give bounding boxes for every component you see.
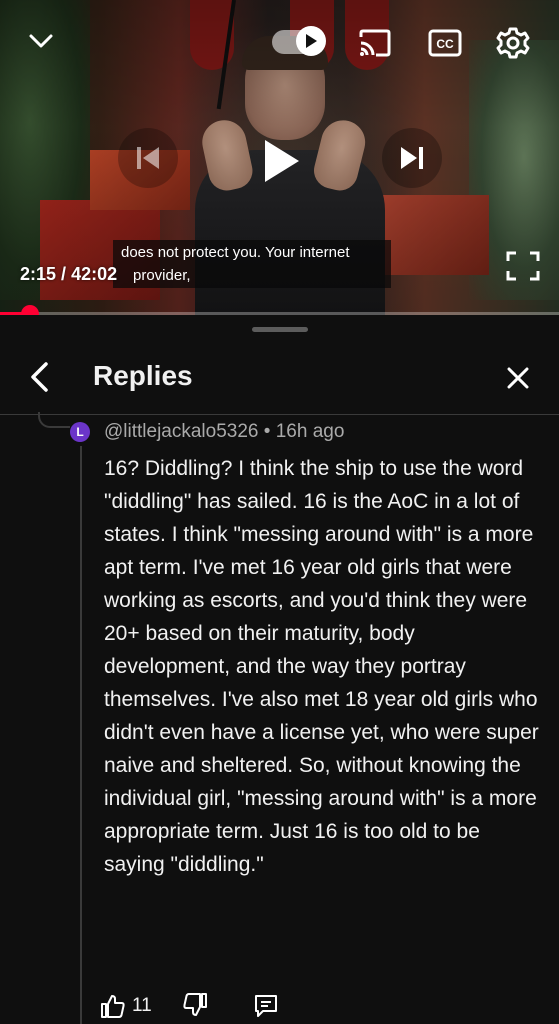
thread-connector	[38, 412, 70, 428]
caption-box: does not protect you. Your internet prov…	[113, 240, 391, 288]
comment-age: 16h ago	[275, 421, 345, 442]
autoplay-toggle-icon	[296, 26, 326, 56]
chevron-down-icon	[29, 34, 53, 48]
settings-button[interactable]	[494, 24, 532, 62]
svg-text:CC: CC	[436, 37, 454, 51]
comment-author[interactable]: @littlejackalo5326	[104, 421, 259, 442]
close-icon	[507, 367, 529, 389]
minimize-player-button[interactable]	[24, 24, 58, 58]
caption-line: does not protect you. Your internet	[121, 244, 350, 261]
meta-separator: •	[263, 421, 276, 442]
thumbs-down-icon	[183, 993, 207, 1016]
back-button[interactable]	[24, 360, 56, 394]
video-player[interactable]: CC does not protect you. Your internet p…	[0, 0, 559, 315]
captions-button[interactable]: CC	[427, 28, 463, 58]
settings-icon	[496, 27, 530, 59]
app-screen: CC does not protect you. Your internet p…	[0, 0, 559, 1024]
current-time: 2:15	[20, 264, 57, 284]
thread-line	[80, 446, 82, 1024]
play-icon	[265, 140, 299, 182]
avatar-letter: L	[76, 425, 84, 439]
autoplay-toggle[interactable]	[272, 26, 326, 56]
replies-header: Replies	[0, 340, 559, 415]
progress-bar[interactable]	[0, 305, 559, 315]
avatar[interactable]: L	[70, 422, 90, 442]
cast-icon	[359, 29, 391, 57]
caption-line: provider,	[133, 267, 191, 284]
chevron-left-icon	[31, 362, 48, 392]
close-button[interactable]	[502, 362, 534, 394]
play-button[interactable]	[245, 125, 317, 197]
header-divider	[0, 414, 559, 415]
page-title: Replies	[93, 360, 193, 391]
comment-text: 16? Diddling? I think the ship to use th…	[104, 457, 539, 876]
time-display: 2:15 / 42:02	[20, 264, 117, 285]
like-count: 11	[132, 995, 152, 1016]
previous-icon	[137, 147, 159, 169]
next-video-button[interactable]	[382, 128, 442, 188]
previous-video-button[interactable]	[118, 128, 178, 188]
cc-icon: CC	[428, 29, 462, 57]
fullscreen-icon	[506, 251, 540, 281]
dislike-button[interactable]	[182, 992, 210, 1020]
total-time: 42:02	[71, 264, 118, 284]
progress-scrubber-handle[interactable]	[20, 305, 39, 315]
reply-button[interactable]	[253, 993, 281, 1021]
like-button[interactable]: 11	[100, 992, 152, 1020]
next-icon	[401, 147, 423, 169]
thumbs-up-icon	[101, 995, 125, 1018]
cast-button[interactable]	[357, 26, 393, 60]
reply-icon	[255, 995, 277, 1017]
panel-drag-handle[interactable]	[252, 327, 308, 332]
fullscreen-button[interactable]	[503, 248, 543, 284]
comment-meta: @littlejackalo5326 • 16h ago	[104, 421, 344, 443]
time-separator: /	[61, 264, 72, 284]
